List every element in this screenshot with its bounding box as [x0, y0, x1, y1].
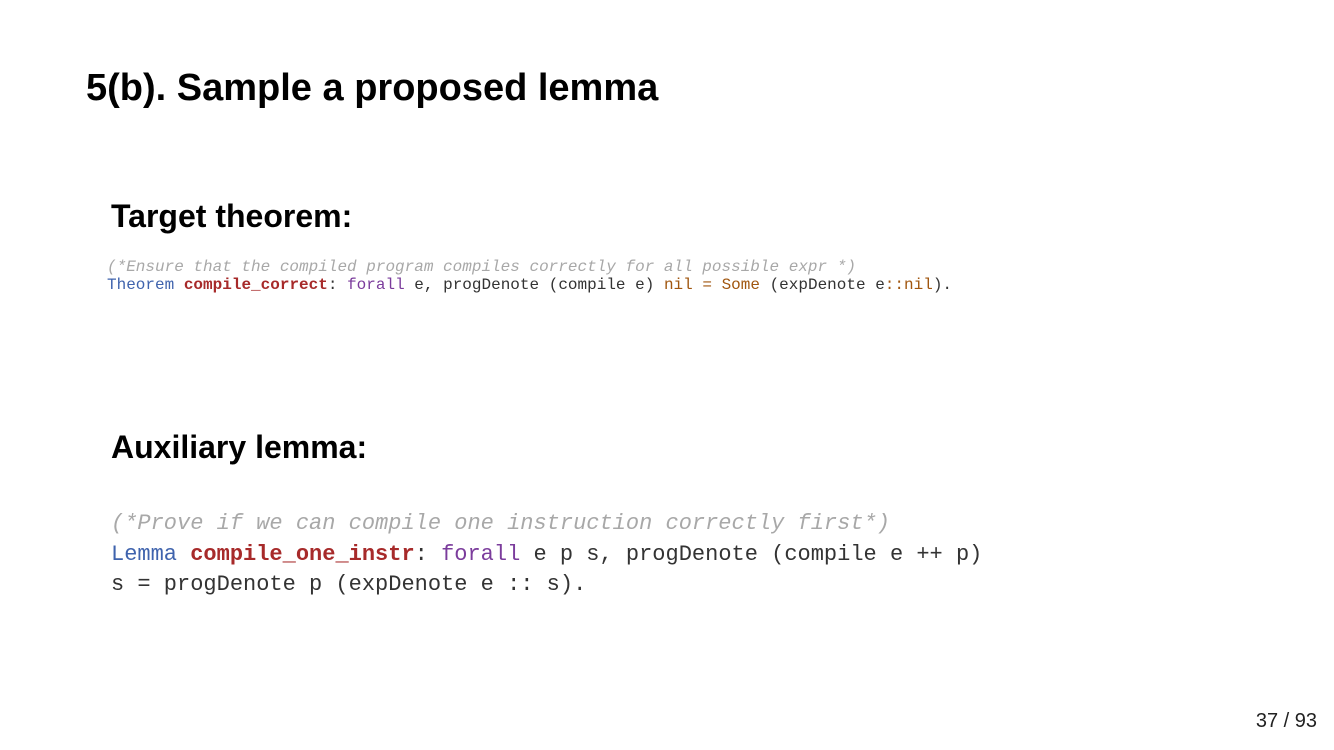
target-theorem-heading: Target theorem:	[111, 198, 353, 234]
lemma-colon: :	[414, 541, 428, 567]
lemma-name: compile_one_instr	[190, 541, 415, 567]
theorem-some: Some	[721, 276, 760, 294]
theorem-equals: =	[692, 276, 722, 294]
theorem-nil-1: nil	[663, 276, 693, 294]
target-theorem-line: Theorem compile_correct: forall e, progD…	[107, 276, 952, 294]
slide-title: 5(b). Sample a proposed lemma	[86, 67, 659, 109]
lemma-statement-line: s = progDenote p (expDenote e :: s).	[111, 570, 982, 601]
lemma-forall: forall	[441, 541, 521, 567]
lemma-signature-line: Lemma compile_one_instr: forall e p s, p…	[111, 540, 982, 571]
lemma-comment-line: (*Prove if we can compile one instructio…	[111, 509, 982, 540]
theorem-keyword: Theorem	[107, 276, 175, 294]
theorem-colon: :	[327, 276, 338, 294]
page-total: 93	[1294, 710, 1317, 732]
theorem-body-1: e, progDenote (compile e)	[404, 276, 664, 294]
target-comment: (*Ensure that the compiled program compi…	[107, 258, 856, 276]
theorem-nil-2: nil	[904, 276, 933, 294]
theorem-body-2: (expDenote e	[759, 276, 885, 294]
page-separator: /	[1278, 710, 1295, 732]
theorem-forall: forall	[347, 276, 405, 294]
lemma-comment: (*Prove if we can compile one instructio…	[111, 511, 890, 536]
auxiliary-lemma-heading: Auxiliary lemma:	[111, 429, 368, 465]
lemma-signature-rest: e p s, progDenote (compile e ++ p)	[520, 541, 983, 567]
target-comment-line: (*Ensure that the compiled program compi…	[107, 258, 952, 276]
theorem-name: compile_correct	[183, 276, 328, 294]
theorem-cons: ::	[884, 276, 904, 294]
page-number: 37 / 93	[1256, 709, 1317, 733]
target-theorem-code: (*Ensure that the compiled program compi…	[107, 258, 952, 294]
auxiliary-lemma-code: (*Prove if we can compile one instructio…	[111, 509, 982, 601]
page-current: 37	[1255, 710, 1279, 732]
lemma-statement: s = progDenote p (expDenote e :: s).	[111, 572, 587, 597]
theorem-end: ).	[932, 276, 953, 294]
lemma-keyword: Lemma	[111, 541, 178, 567]
